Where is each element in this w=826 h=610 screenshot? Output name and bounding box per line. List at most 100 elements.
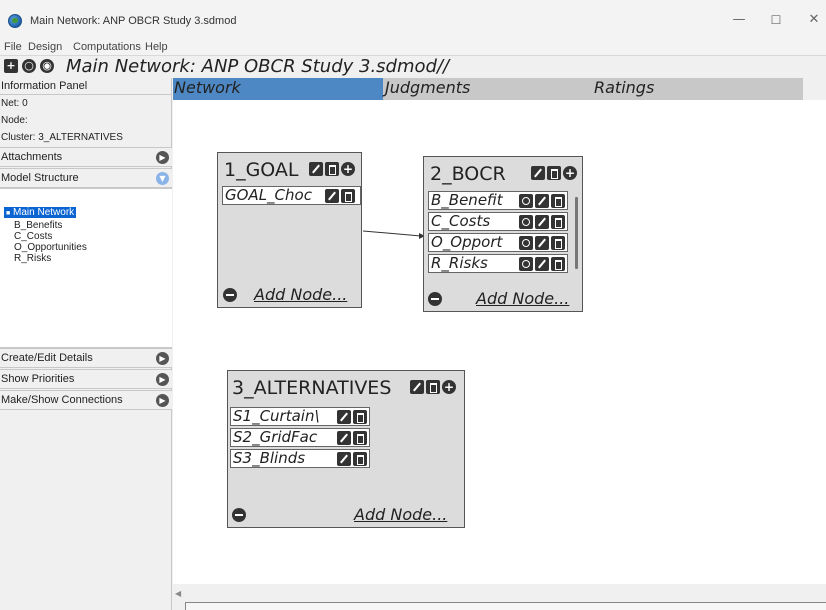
add-icon[interactable]: + (4, 59, 18, 73)
trash-icon[interactable] (551, 215, 565, 229)
trash-icon[interactable] (341, 189, 355, 203)
collapse-icon[interactable] (428, 292, 442, 306)
trash-icon[interactable] (353, 410, 367, 424)
trash-icon[interactable] (547, 166, 561, 180)
edit-icon[interactable] (535, 215, 549, 229)
tab-judgments[interactable]: Judgments (384, 78, 592, 100)
scroll-left-icon[interactable]: ◀ (175, 589, 181, 598)
node-goal-choc[interactable]: GOAL_Choc (222, 186, 361, 205)
menu-help[interactable]: Help (145, 41, 168, 53)
search-icon[interactable] (519, 236, 533, 250)
node-b-benefit[interactable]: B_Benefit (428, 191, 568, 210)
connection-line[interactable] (362, 230, 422, 237)
close-button[interactable]: ✕ (803, 10, 825, 30)
collapse-icon[interactable] (232, 508, 246, 522)
node-label: B_Benefit (431, 191, 503, 209)
edit-icon[interactable] (535, 257, 549, 271)
create-edit-label: Create/Edit Details (1, 352, 93, 364)
show-priorities-section[interactable]: Show Priorities ▶ (0, 369, 172, 389)
network-title-row: + ○ ◉ Main Network: ANP OBCR Study 3.sdm… (0, 56, 826, 78)
edit-icon[interactable] (309, 162, 323, 176)
menu-bar: File Design Computations Help (0, 40, 826, 56)
menu-computations[interactable]: Computations (73, 41, 141, 53)
tab-ratings[interactable]: Ratings (593, 78, 803, 100)
node-c-costs[interactable]: C_Costs (428, 212, 568, 231)
search-icon[interactable] (519, 215, 533, 229)
trash-icon[interactable] (551, 194, 565, 208)
tree-item-r-risks[interactable]: R_Risks (14, 253, 51, 264)
minimize-button[interactable]: — (728, 10, 750, 30)
scroll-track[interactable] (185, 602, 826, 610)
make-show-connections-section[interactable]: Make/Show Connections ▶ (0, 390, 172, 410)
cluster-goal[interactable]: 1_GOAL + GOAL_Choc Add Node... (217, 152, 362, 308)
tree-item-b-benefits[interactable]: B_Benefits (14, 220, 62, 231)
cluster-title: 2_BOCR (430, 163, 506, 185)
cluster-title: 1_GOAL (224, 159, 299, 181)
expand-arrow-icon[interactable]: ▶ (156, 394, 169, 407)
tab-network[interactable]: Network (173, 78, 383, 100)
add-node-link[interactable]: Add Node... (354, 505, 447, 524)
trash-icon[interactable] (551, 236, 565, 250)
make-show-connections-label: Make/Show Connections (1, 394, 123, 406)
add-icon[interactable]: + (341, 162, 355, 176)
model-tree: ■ Main Network B_Benefits C_Costs O_Oppo… (0, 188, 172, 348)
tree-item-c-costs[interactable]: C_Costs (14, 231, 52, 242)
globe-app-icon (8, 14, 22, 28)
collapse-arrow-icon[interactable]: ▼ (156, 172, 169, 185)
net-info: Net: 0 (1, 98, 28, 109)
attachments-section[interactable]: Attachments ▶ (0, 147, 172, 167)
expand-arrow-icon[interactable]: ▶ (156, 373, 169, 386)
model-structure-section[interactable]: Model Structure ▼ (0, 168, 172, 188)
node-list-scrollbar[interactable] (575, 197, 578, 269)
network-canvas[interactable]: 1_GOAL + GOAL_Choc Add Node... 2_BOCR + … (173, 100, 826, 584)
edit-icon[interactable] (337, 431, 351, 445)
create-edit-section[interactable]: Create/Edit Details ▶ (0, 348, 172, 368)
trash-icon[interactable] (353, 431, 367, 445)
cluster-info: Cluster: 3_ALTERNATIVES (1, 132, 123, 143)
add-node-link[interactable]: Add Node... (254, 285, 347, 304)
expand-arrow-icon[interactable]: ▶ (156, 352, 169, 365)
horizontal-scrollbar[interactable]: ◀ (173, 584, 826, 610)
minimize-all-icon[interactable]: ○ (22, 59, 36, 73)
maximize-button[interactable]: ☐ (765, 10, 787, 30)
cluster-bocr[interactable]: 2_BOCR + B_Benefit C_Costs O_Opport R_Ri… (423, 156, 583, 312)
model-structure-label: Model Structure (1, 172, 79, 184)
title-bar: Main Network: ANP OBCR Study 3.sdmod — ☐… (0, 0, 826, 40)
node-s3-blinds[interactable]: S3_Blinds (230, 449, 370, 468)
edit-icon[interactable] (535, 194, 549, 208)
tree-item-o-opportunities[interactable]: O_Opportunities (14, 242, 87, 253)
node-r-risks[interactable]: R_Risks (428, 254, 568, 273)
node-o-opport[interactable]: O_Opport (428, 233, 568, 252)
node-label: S3_Blinds (233, 449, 306, 467)
cluster-alternatives[interactable]: 3_ALTERNATIVES + S1_Curtain\ S2_GridFac … (227, 370, 465, 528)
menu-design[interactable]: Design (28, 41, 62, 53)
node-label: S2_GridFac (233, 428, 318, 446)
node-label: S1_Curtain\ (233, 407, 320, 425)
add-node-link[interactable]: Add Node... (476, 289, 569, 308)
trash-icon[interactable] (353, 452, 367, 466)
node-s2-gridfac[interactable]: S2_GridFac (230, 428, 370, 447)
collapse-icon[interactable] (223, 288, 237, 302)
node-s1-curtain[interactable]: S1_Curtain\ (230, 407, 370, 426)
cluster-title: 3_ALTERNATIVES (232, 377, 392, 399)
search-icon[interactable] (519, 257, 533, 271)
window-title: Main Network: ANP OBCR Study 3.sdmod (30, 15, 237, 27)
edit-icon[interactable] (325, 189, 339, 203)
edit-icon[interactable] (531, 166, 545, 180)
trash-icon[interactable] (325, 162, 339, 176)
search-icon[interactable] (519, 194, 533, 208)
menu-file[interactable]: File (4, 41, 22, 53)
tree-root-label: Main Network (13, 207, 75, 218)
trash-icon[interactable] (426, 380, 440, 394)
tree-item-main-network[interactable]: ■ Main Network (4, 207, 77, 218)
trash-icon[interactable] (551, 257, 565, 271)
expand-arrow-icon[interactable]: ▶ (156, 151, 169, 164)
edit-icon[interactable] (410, 380, 424, 394)
edit-icon[interactable] (337, 452, 351, 466)
node-info: Node: (1, 115, 28, 126)
add-icon[interactable]: + (442, 380, 456, 394)
edit-icon[interactable] (337, 410, 351, 424)
add-icon[interactable]: + (563, 166, 577, 180)
edit-icon[interactable] (535, 236, 549, 250)
zoom-icon[interactable]: ◉ (40, 59, 54, 73)
